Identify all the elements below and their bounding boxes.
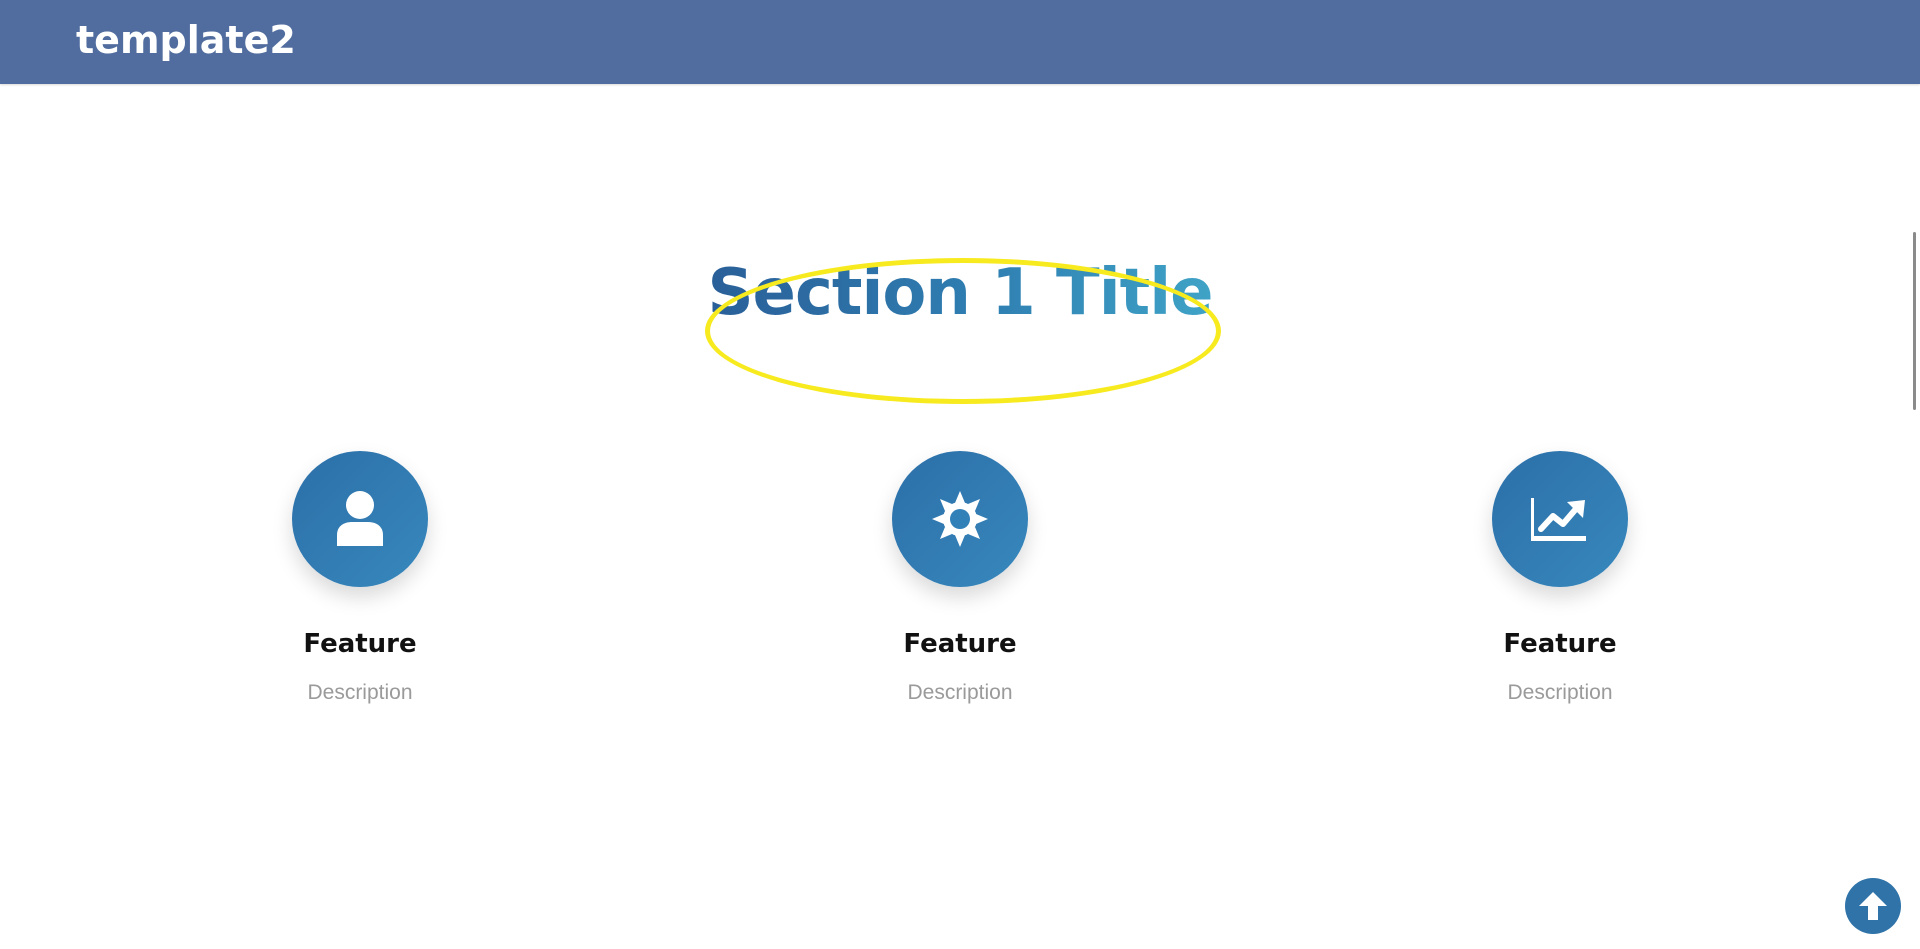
feature-description: Description <box>1507 681 1613 704</box>
feature-icon-circle <box>892 451 1028 587</box>
feature-title: Feature <box>1503 629 1617 659</box>
user-icon <box>337 491 383 546</box>
feature-card-1: Feature Description <box>210 451 510 705</box>
brand-link[interactable]: template2 <box>76 18 296 62</box>
chart-line-icon <box>1531 498 1586 541</box>
feature-card-3: Feature Description <box>1410 451 1710 705</box>
feature-description: Description <box>307 681 413 704</box>
feature-title: Feature <box>903 629 1017 659</box>
feature-description: Description <box>907 681 1013 704</box>
section-title: Section 1 Title <box>707 256 1213 330</box>
feature-card-2: Feature Description <box>810 451 1110 705</box>
section-header: Section 1 Title <box>0 255 1920 332</box>
feature-icon-circle <box>292 451 428 587</box>
navbar: template2 <box>0 0 1920 84</box>
sun-gear-icon <box>932 491 988 547</box>
arrow-up-icon <box>1859 892 1887 920</box>
feature-icon-circle <box>1492 451 1628 587</box>
feature-title: Feature <box>303 629 417 659</box>
back-to-top-button[interactable] <box>1845 878 1901 934</box>
scrollbar-thumb[interactable] <box>1913 232 1916 410</box>
